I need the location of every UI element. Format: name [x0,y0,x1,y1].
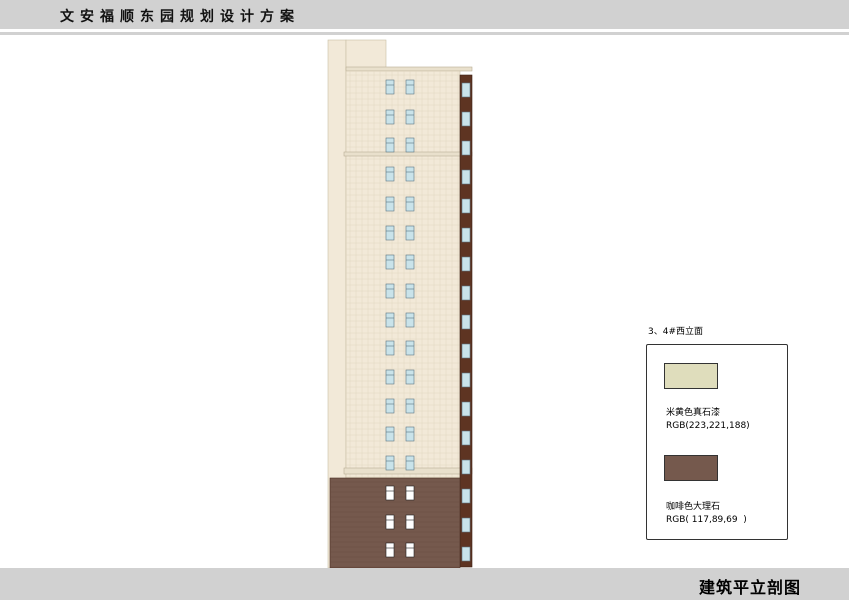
sheet-title: 建筑平立剖图 [698,578,801,597]
window [405,455,415,471]
window [385,254,395,270]
balcony-window [461,488,471,504]
window [385,398,395,414]
legend-item-name: 咖啡色大理石 [666,502,721,512]
balcony-window [461,227,471,243]
window [405,79,415,95]
coffee-marble-swatch [664,455,718,481]
window [405,398,415,414]
window [405,542,415,558]
balcony-window [461,517,471,533]
window [385,426,395,442]
cream-paint-swatch [664,363,718,389]
window [405,485,415,501]
window [385,369,395,385]
window [385,225,395,241]
base-stone-cladding [329,477,461,569]
balcony-window [461,285,471,301]
legend-item-name: 米黄色真石漆 [666,408,721,418]
window [385,514,395,530]
roof-cornice [345,66,473,72]
elevation-caption: 3、4#西立面 [648,327,703,337]
window [385,109,395,125]
balcony-window [461,343,471,359]
balcony-window [461,82,471,98]
window [385,283,395,299]
roof-parapet [345,39,387,71]
elevation-svg [327,39,473,569]
legend-item-rgb: RGB( 117,89,69 ) [666,515,747,525]
balcony-window [461,372,471,388]
window [405,109,415,125]
building-elevation-drawing [320,35,480,569]
window [405,514,415,530]
balcony-window [461,198,471,214]
window [385,312,395,328]
balcony-window [461,314,471,330]
window [385,166,395,182]
window [385,485,395,501]
window [405,196,415,212]
window [385,340,395,356]
window [405,369,415,385]
legend-item-rgb: RGB(223,221,188) [666,421,750,431]
balcony-window [461,169,471,185]
footer-bar: 建筑平立剖图 [0,568,849,600]
window [405,312,415,328]
header-bar: 文安福顺东园规划设计方案 [0,0,849,29]
window [405,137,415,153]
window [385,542,395,558]
window [405,166,415,182]
balcony-window [461,546,471,562]
window [385,196,395,212]
balcony-window [461,111,471,127]
window [385,137,395,153]
window [405,283,415,299]
window [405,254,415,270]
window [405,340,415,356]
window [405,225,415,241]
balcony-window [461,140,471,156]
balcony-window [461,459,471,475]
window [385,455,395,471]
project-title: 文安福顺东园规划设计方案 [60,9,300,25]
material-legend: 米黄色真石漆 RGB(223,221,188) 咖啡色大理石 RGB( 117,… [646,344,788,540]
window [385,79,395,95]
cornice-band [343,151,473,157]
balcony-window [461,256,471,272]
window [405,426,415,442]
balcony-window [461,430,471,446]
balcony-window [461,401,471,417]
